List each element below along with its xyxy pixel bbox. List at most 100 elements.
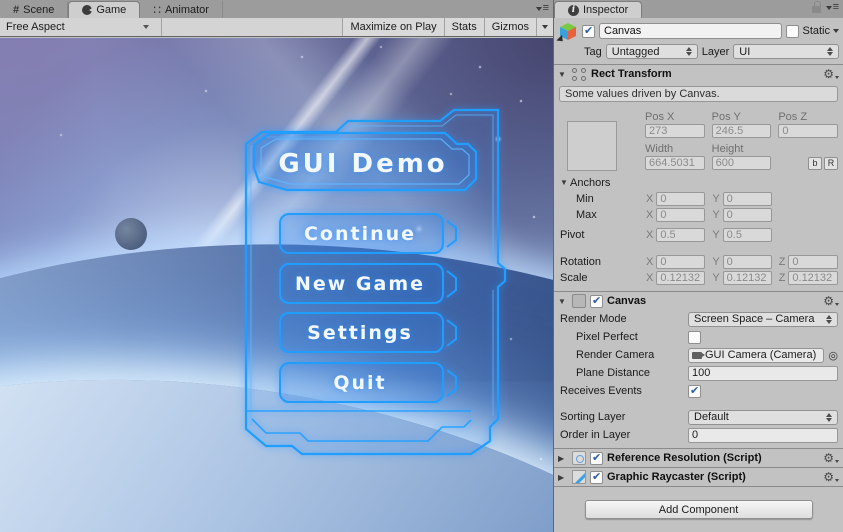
foldout-icon[interactable]: ▶ — [558, 473, 568, 482]
reference-resolution-checkbox[interactable]: ✔ — [590, 451, 603, 465]
gizmos-button[interactable]: Gizmos — [483, 18, 536, 36]
tab-inspector[interactable]: i Inspector — [554, 1, 643, 18]
pivot-y-field[interactable]: 0.5 — [722, 227, 772, 242]
gameobject-cube-icon[interactable] — [556, 21, 578, 45]
stats-button[interactable]: Stats — [443, 18, 484, 36]
game-tabbar: # Scene Game ∷ Animator ≡ — [0, 0, 553, 18]
gizmos-dropdown-arrow[interactable] — [536, 18, 553, 36]
divider — [554, 486, 843, 487]
scale-x-field[interactable]: 0.12132 — [656, 270, 706, 285]
tab-animator-label: Animator — [164, 3, 209, 16]
rect-transform-header[interactable]: ▼ Rect Transform ⚙ — [554, 65, 843, 83]
reference-resolution-icon — [572, 451, 586, 465]
menu-button-quit[interactable]: Quit — [279, 362, 457, 403]
menu-button-settings[interactable]: Settings — [279, 312, 457, 353]
rotation-z-field[interactable]: 0 — [788, 254, 838, 269]
pos-x-field[interactable]: 273 — [645, 124, 705, 138]
raw-edit-mode-button[interactable]: R — [824, 156, 839, 170]
min-x-field[interactable]: 0 — [656, 191, 706, 206]
width-field[interactable]: 664.5031 — [645, 156, 705, 170]
sorting-layer-dropdown[interactable]: Default — [688, 409, 838, 425]
pixel-perfect-row: Pixel Perfect ✔ — [554, 328, 843, 346]
rotation-x-field[interactable]: 0 — [656, 254, 706, 269]
pivot-x-field[interactable]: 0.5 — [656, 227, 706, 242]
blueprint-mode-button[interactable]: b — [808, 156, 823, 170]
info-icon: i — [568, 4, 579, 16]
gear-menu[interactable]: ⚙ — [823, 451, 839, 465]
graphic-raycaster-checkbox[interactable]: ✔ — [590, 470, 603, 484]
tab-game[interactable]: Game — [68, 1, 141, 18]
height-label: Height — [711, 143, 744, 155]
pos-x-label: Pos X — [645, 111, 675, 123]
pos-y-label: Pos Y — [711, 111, 741, 123]
name-field[interactable] — [599, 23, 783, 39]
graphic-raycaster-header[interactable]: ▶ ✔ Graphic Raycaster (Script) ⚙ — [554, 468, 843, 486]
rotation-label: Rotation — [560, 255, 601, 268]
scale-y-field[interactable]: 0.12132 — [722, 270, 772, 285]
add-component-button[interactable]: Add Component — [584, 500, 813, 519]
anchor-preview-box[interactable] — [567, 121, 617, 171]
inspector-panel-menu-icon[interactable]: ≡ — [825, 2, 839, 13]
dropdown-icon — [825, 5, 832, 10]
gear-icon: ⚙ — [823, 451, 834, 465]
order-in-layer-field[interactable]: 0 — [688, 427, 838, 443]
svg-text:Quit: Quit — [333, 372, 386, 394]
render-camera-row: Render Camera GUI Camera (Camera) ◎ — [554, 346, 843, 364]
active-checkbox[interactable]: ✔ — [582, 24, 595, 38]
plane-distance-row: Plane Distance 100 — [554, 364, 843, 382]
canvas-component-header[interactable]: ▼ ✔ Canvas ⚙ — [554, 292, 843, 310]
layer-dropdown[interactable]: UI — [733, 44, 839, 59]
canvas-component-icon — [572, 294, 586, 308]
reference-resolution-header[interactable]: ▶ ✔ Reference Resolution (Script) ⚙ — [554, 449, 843, 467]
pixel-perfect-checkbox[interactable]: ✔ — [688, 330, 701, 344]
sorting-layer-row: Sorting Layer Default — [554, 408, 843, 426]
render-mode-dropdown[interactable]: Screen Space – Camera — [688, 311, 838, 327]
foldout-icon[interactable]: ▼ — [558, 297, 568, 306]
tab-scene[interactable]: # Scene — [0, 1, 69, 18]
scale-z-field[interactable]: 0.12132 — [788, 270, 838, 285]
rotation-y-field[interactable]: 0 — [722, 254, 772, 269]
max-x-field[interactable]: 0 — [656, 207, 706, 222]
anchors-foldout-row[interactable]: ▼ Anchors — [554, 175, 843, 190]
maximize-on-play-button[interactable]: Maximize on Play — [342, 18, 444, 36]
max-y-field[interactable]: 0 — [722, 207, 772, 222]
tab-inspector-label: Inspector — [583, 4, 629, 16]
stats-label: Stats — [451, 21, 477, 33]
foldout-icon: ▼ — [560, 178, 568, 187]
tag-dropdown[interactable]: Untagged — [605, 44, 698, 59]
game-panel-menu-icon[interactable]: ≡ — [535, 3, 549, 14]
menu-button-new-game[interactable]: New Game — [279, 263, 457, 304]
foldout-icon[interactable]: ▶ — [558, 454, 568, 463]
render-camera-label: Render Camera — [576, 349, 655, 361]
aspect-dropdown[interactable]: Free Aspect — [0, 18, 162, 36]
canvas-enabled-checkbox[interactable]: ✔ — [590, 294, 603, 308]
popup-arrows-icon — [826, 412, 833, 422]
gear-menu[interactable]: ⚙ — [823, 67, 839, 81]
receives-events-row: Receives Events ✔ — [554, 382, 843, 400]
plane-distance-label: Plane Distance — [576, 367, 650, 379]
gear-menu[interactable]: ⚙ — [823, 470, 839, 484]
static-checkbox[interactable]: ✔ — [786, 24, 800, 38]
render-mode-row: Render Mode Screen Space – Camera — [554, 310, 843, 328]
static-dropdown-icon[interactable] — [833, 29, 839, 33]
rect-transform-body: Pos X Pos Y Pos Z 273 246.5 0 Width Heig… — [554, 105, 843, 175]
order-in-layer-row: Order in Layer 0 — [554, 426, 843, 444]
pos-z-field[interactable]: 0 — [778, 124, 839, 138]
menu-button-continue[interactable]: Continue — [279, 213, 457, 254]
canvas-component-title: Canvas — [607, 295, 647, 307]
gear-menu[interactable]: ⚙ — [823, 294, 839, 308]
plane-distance-field[interactable]: 100 — [688, 365, 838, 381]
receives-events-checkbox[interactable]: ✔ — [688, 384, 701, 398]
pos-y-field[interactable]: 246.5 — [711, 124, 772, 138]
tab-animator[interactable]: ∷ Animator — [140, 1, 223, 18]
object-picker-icon[interactable]: ◎ — [828, 349, 838, 362]
min-y-field[interactable]: 0 — [722, 191, 772, 206]
svg-text:Settings: Settings — [307, 322, 413, 344]
lock-icon[interactable] — [811, 1, 821, 13]
foldout-icon[interactable]: ▼ — [558, 70, 568, 79]
gear-arrow-icon — [835, 302, 839, 306]
height-field[interactable]: 600 — [711, 156, 772, 170]
graphic-raycaster-icon — [572, 470, 586, 484]
render-camera-object-field[interactable]: GUI Camera (Camera) — [688, 347, 825, 363]
layer-label: Layer — [701, 45, 730, 58]
